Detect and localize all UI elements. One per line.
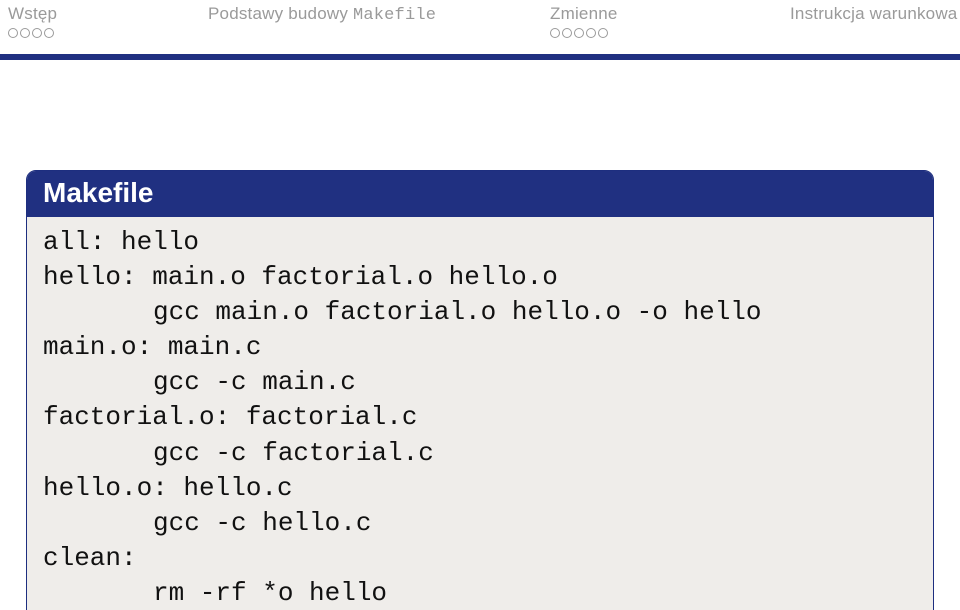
block-title: Makefile	[43, 177, 154, 208]
nav-label-wstep: Wstęp	[8, 4, 57, 24]
nav-label-podstawy: Podstawy budowy Makefile	[208, 4, 436, 25]
code-line: gcc -c factorial.c	[43, 436, 917, 471]
code-line: hello.o: hello.c	[43, 473, 293, 503]
code-line: clean:	[43, 543, 137, 573]
code-line: all: hello	[43, 227, 199, 257]
progress-dot-icon	[562, 28, 572, 38]
nav-section-zmienne[interactable]: Zmienne	[550, 4, 780, 38]
code-line: gcc -c main.c	[43, 365, 917, 400]
code-line: main.o: main.c	[43, 332, 261, 362]
nav-label-instrukcja: Instrukcja warunkowa	[790, 4, 957, 24]
code-line: gcc -c hello.c	[43, 506, 917, 541]
progress-dots-zmienne	[550, 28, 608, 38]
block-title-bar: Makefile	[27, 171, 933, 217]
progress-dot-icon	[20, 28, 30, 38]
progress-dot-icon	[8, 28, 18, 38]
progress-dot-icon	[550, 28, 560, 38]
nav-label-zmienne: Zmienne	[550, 4, 618, 24]
makefile-block: Makefile all: hello hello: main.o factor…	[26, 170, 934, 610]
code-line: gcc main.o factorial.o hello.o -o hello	[43, 295, 917, 330]
nav-section-instrukcja[interactable]: Instrukcja warunkowa	[790, 4, 957, 24]
progress-dot-icon	[44, 28, 54, 38]
top-nav: Wstęp Podstawy budowy Makefile Zmienne I…	[0, 0, 960, 54]
progress-dot-icon	[32, 28, 42, 38]
nav-section-wstep[interactable]: Wstęp	[8, 4, 198, 38]
progress-dot-icon	[586, 28, 596, 38]
code-line: factorial.o: factorial.c	[43, 402, 417, 432]
block-body: all: hello hello: main.o factorial.o hel…	[27, 217, 933, 610]
nav-label-podstawy-text: Podstawy budowy	[208, 4, 353, 23]
code-line: rm -rf *o hello	[43, 576, 917, 610]
progress-dot-icon	[598, 28, 608, 38]
nav-label-podstawy-code: Makefile	[353, 6, 436, 25]
progress-dots-wstep	[8, 28, 54, 38]
nav-section-podstawy[interactable]: Podstawy budowy Makefile	[208, 4, 540, 25]
progress-dot-icon	[574, 28, 584, 38]
code-line: hello: main.o factorial.o hello.o	[43, 262, 558, 292]
slide-content: Makefile all: hello hello: main.o factor…	[0, 60, 960, 610]
